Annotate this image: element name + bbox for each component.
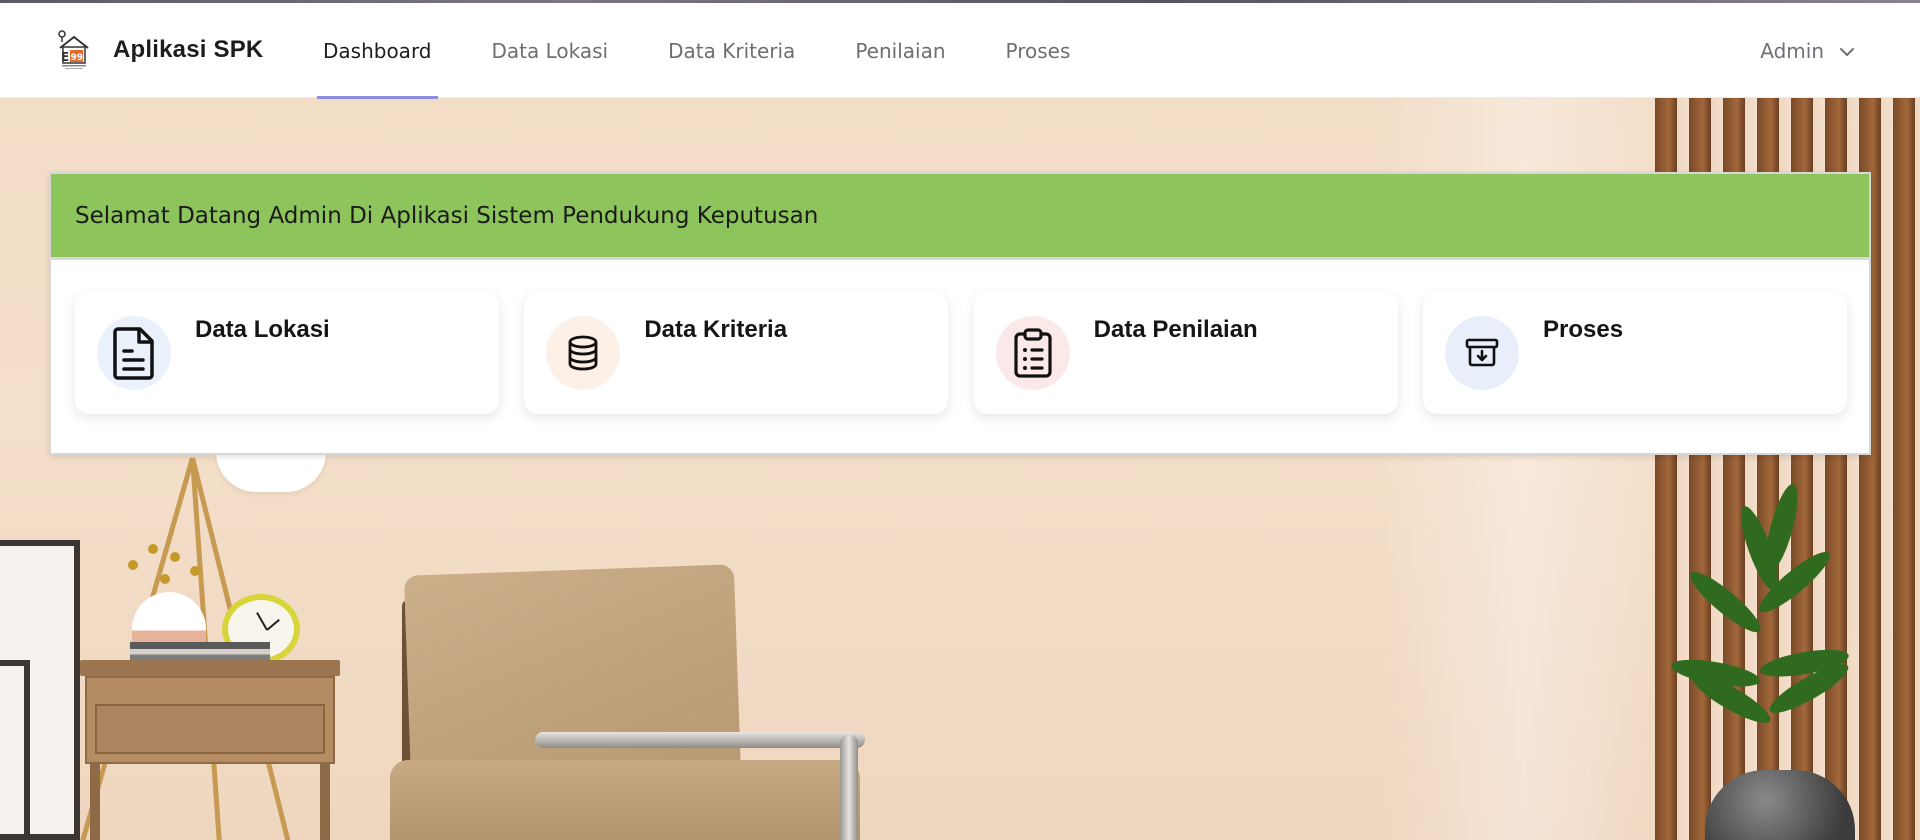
document-icon — [97, 316, 171, 390]
side-table-top — [80, 660, 340, 676]
welcome-banner: Selamat Datang Admin Di Aplikasi Sistem … — [51, 174, 1869, 260]
armchair-frame — [535, 732, 865, 748]
welcome-panel: Selamat Datang Admin Di Aplikasi Sistem … — [49, 172, 1871, 455]
books — [130, 642, 270, 660]
flower — [148, 544, 158, 554]
top-navbar: E 99 Aplikasi SPK Dashboard Data Lokasi … — [0, 3, 1920, 99]
user-menu-dropdown[interactable]: Admin — [1760, 3, 1856, 98]
card-title: Proses — [1542, 316, 1624, 343]
clipboard-list-icon — [995, 316, 1070, 390]
nav-dashboard[interactable]: Dashboard — [317, 3, 438, 99]
svg-text:99: 99 — [71, 53, 84, 63]
flower — [170, 552, 180, 562]
nav-penilaian[interactable]: Penilaian — [849, 3, 951, 98]
user-name: Admin — [1760, 38, 1824, 63]
main-nav: Dashboard Data Lokasi Data Kriteria Peni… — [317, 3, 1124, 99]
nav-data-kriteria[interactable]: Data Kriteria — [662, 3, 801, 98]
armchair-side — [840, 735, 858, 840]
armchair-seat — [390, 760, 860, 840]
side-table-leg — [90, 764, 100, 840]
card-data-lokasi[interactable]: Data Lokasi — [75, 292, 499, 414]
flower — [190, 566, 200, 576]
nav-proses[interactable]: Proses — [1000, 3, 1077, 98]
side-table-leg — [320, 764, 330, 840]
wall-frame — [0, 660, 30, 840]
card-title: Data Lokasi — [195, 316, 330, 343]
card-title: Data Kriteria — [644, 316, 788, 343]
chevron-down-icon — [1838, 42, 1856, 60]
app-title: Aplikasi SPK — [113, 36, 264, 63]
clock-hand — [266, 618, 280, 631]
flower — [160, 574, 170, 584]
brand[interactable]: E 99 Aplikasi SPK — [57, 30, 263, 70]
shortcut-cards: Data Lokasi Data Kriteria Data Penilaian… — [75, 292, 1847, 414]
database-icon — [546, 316, 621, 390]
svg-text:E: E — [61, 50, 69, 64]
card-title: Data Penilaian — [1093, 316, 1258, 343]
archive-download-icon — [1444, 316, 1519, 390]
card-proses[interactable]: Proses — [1422, 292, 1847, 414]
nav-data-lokasi[interactable]: Data Lokasi — [486, 3, 615, 98]
lamp-shade — [216, 452, 326, 492]
flower — [128, 560, 138, 570]
house-logo-icon: E 99 — [57, 30, 91, 70]
side-table-drawer — [95, 704, 325, 754]
card-data-penilaian[interactable]: Data Penilaian — [973, 292, 1398, 414]
welcome-message: Selamat Datang Admin Di Aplikasi Sistem … — [75, 202, 819, 229]
card-data-kriteria[interactable]: Data Kriteria — [524, 292, 949, 414]
